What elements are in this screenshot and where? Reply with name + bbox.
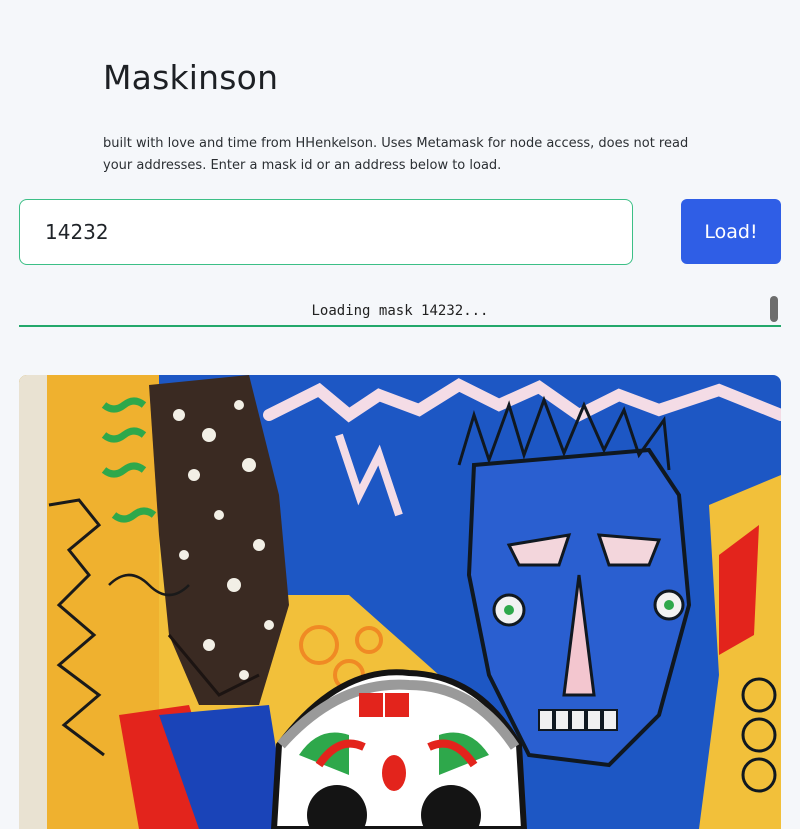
mask-id-input[interactable]: [19, 199, 633, 265]
page-description: built with love and time from HHenkelson…: [103, 136, 689, 173]
mask-artwork: [19, 375, 781, 829]
mask-image: [19, 375, 781, 829]
status-message: Loading mask 14232...: [311, 303, 489, 319]
load-button[interactable]: Load!: [681, 199, 781, 264]
status-log: Loading mask 14232...: [19, 295, 781, 327]
page-title: Maskinson: [103, 58, 279, 97]
status-scrollbar[interactable]: [770, 296, 778, 322]
page: Maskinson built with love and time from …: [0, 0, 800, 829]
